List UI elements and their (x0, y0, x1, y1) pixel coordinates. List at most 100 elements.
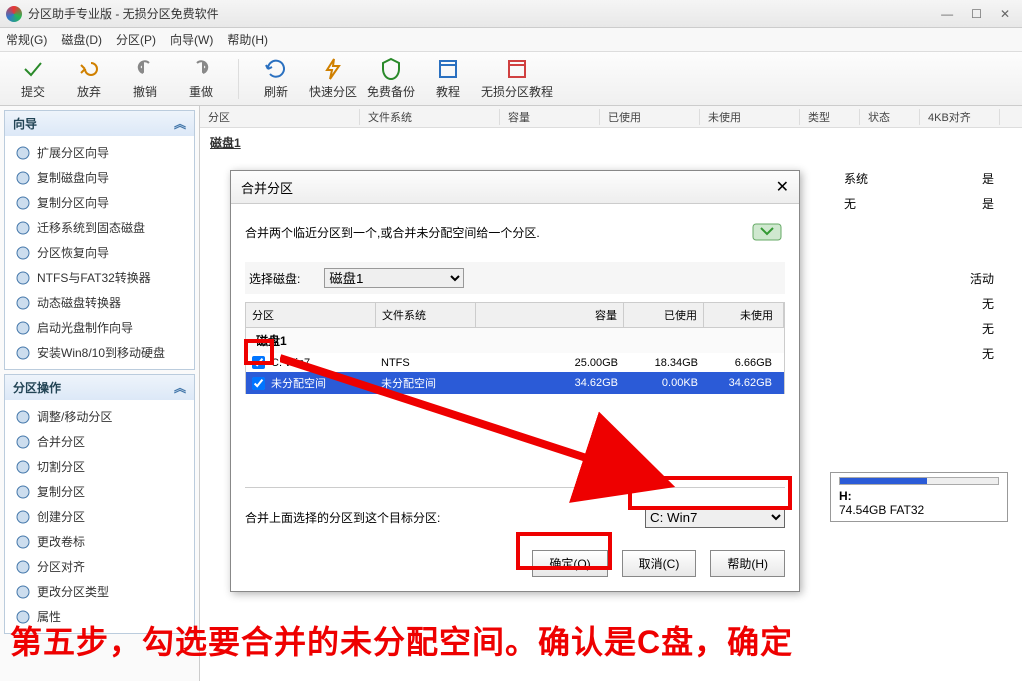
main-header-cell[interactable]: 分区 (200, 109, 360, 125)
nav-item[interactable]: 扩展分区向导 (5, 140, 194, 165)
window-controls: — ☐ ✕ (941, 7, 1016, 21)
info-cell: 无 (982, 345, 994, 362)
toolbar-separator (238, 59, 239, 99)
grid-header: 分区 文件系统 容量 已使用 未使用 (245, 302, 785, 328)
row-checkbox[interactable] (252, 356, 265, 369)
nav-item[interactable]: 安装Win8/10到移动硬盘 (5, 340, 194, 365)
cell-free: 34.62GB (698, 377, 778, 389)
col-partition: 分区 (246, 303, 376, 327)
nav-icon (15, 409, 31, 425)
close-icon[interactable]: ✕ (1000, 7, 1010, 21)
col-fs: 文件系统 (376, 303, 476, 327)
toolbar-label: 快速分区 (309, 83, 357, 100)
nav-label: 动态磁盘转换器 (37, 294, 121, 311)
toolbar-undo[interactable]: 撤销 (122, 57, 168, 100)
dialog-description: 合并两个临近分区到一个,或合并未分配空间给一个分区. (245, 224, 540, 241)
nav-item[interactable]: 创建分区 (5, 504, 194, 529)
nav-item[interactable]: 启动光盘制作向导 (5, 315, 194, 340)
disk-label[interactable]: 磁盘1 (200, 128, 1022, 157)
target-dropdown[interactable]: C: Win7 (645, 506, 785, 528)
ok-button[interactable]: 确定(O) (532, 550, 607, 577)
nav-item[interactable]: 合并分区 (5, 429, 194, 454)
nav-item[interactable]: 迁移系统到固态磁盘 (5, 215, 194, 240)
nav-label: 扩展分区向导 (37, 144, 109, 161)
nav-label: 启动光盘制作向导 (37, 319, 133, 336)
ops-items: 调整/移动分区合并分区切割分区复制分区创建分区更改卷标分区对齐更改分区类型属性 (5, 400, 194, 633)
toolbar-book2[interactable]: 无损分区教程 (481, 57, 553, 100)
undo-all-icon (77, 57, 101, 81)
main-header-cell[interactable]: 容量 (500, 109, 600, 125)
main-header-cell[interactable]: 类型 (800, 109, 860, 125)
nav-label: 迁移系统到固态磁盘 (37, 219, 145, 236)
nav-item[interactable]: NTFS与FAT32转换器 (5, 265, 194, 290)
menu-item[interactable]: 向导(W) (170, 31, 213, 48)
col-cap: 容量 (476, 303, 624, 327)
menu-item[interactable]: 常规(G) (6, 31, 47, 48)
cancel-button[interactable]: 取消(C) (622, 550, 697, 577)
help-button[interactable]: 帮助(H) (710, 550, 785, 577)
partition-row[interactable]: C: Win7NTFS25.00GB18.34GB6.66GB (245, 353, 785, 372)
grid-disk-sub: 磁盘1 (245, 328, 785, 353)
nav-icon (15, 484, 31, 500)
maximize-icon[interactable]: ☐ (971, 7, 982, 21)
ops-panel-header[interactable]: 分区操作 ︽ (5, 375, 194, 400)
select-disk-dropdown[interactable]: 磁盘1 (324, 268, 464, 288)
drive-h-box[interactable]: H: 74.54GB FAT32 (830, 472, 1008, 522)
nav-icon (15, 220, 31, 236)
menu-item[interactable]: 磁盘(D) (61, 31, 102, 48)
toolbar-book[interactable]: 教程 (425, 57, 471, 100)
ops-panel: 分区操作 ︽ 调整/移动分区合并分区切割分区复制分区创建分区更改卷标分区对齐更改… (4, 374, 195, 634)
cell-fs: NTFS (381, 357, 481, 369)
info-cell: 无 (844, 195, 856, 212)
nav-item[interactable]: 动态磁盘转换器 (5, 290, 194, 315)
main-header-cell[interactable]: 4KB对齐 (920, 109, 1000, 125)
drive-desc: 74.54GB FAT32 (839, 503, 999, 517)
nav-item[interactable]: 更改分区类型 (5, 579, 194, 604)
menu-item[interactable]: 帮助(H) (227, 31, 268, 48)
nav-item[interactable]: 切割分区 (5, 454, 194, 479)
nav-icon (15, 434, 31, 450)
main-header-cell[interactable]: 未使用 (700, 109, 800, 125)
nav-icon (15, 345, 31, 361)
minimize-icon[interactable]: — (941, 7, 953, 21)
nav-item[interactable]: 调整/移动分区 (5, 404, 194, 429)
undo-icon (133, 57, 157, 81)
nav-item[interactable]: 复制分区 (5, 479, 194, 504)
main-header-cell[interactable]: 文件系统 (360, 109, 500, 125)
nav-item[interactable]: 复制分区向导 (5, 190, 194, 215)
target-label: 合并上面选择的分区到这个目标分区: (245, 509, 633, 526)
cell-used: 0.00KB (618, 377, 698, 389)
toolbar-label: 撤销 (133, 83, 157, 100)
nav-item[interactable]: 分区对齐 (5, 554, 194, 579)
wizard-panel-header[interactable]: 向导 ︽ (5, 111, 194, 136)
menu-item[interactable]: 分区(P) (116, 31, 156, 48)
toolbar-label: 免费备份 (367, 83, 415, 100)
dialog-titlebar: 合并分区 ✕ (231, 171, 799, 204)
toolbar-redo[interactable]: 重做 (178, 57, 224, 100)
nav-item[interactable]: 更改卷标 (5, 529, 194, 554)
nav-label: 分区恢复向导 (37, 244, 109, 261)
toolbar-check[interactable]: 提交 (10, 57, 56, 100)
toolbar-label: 教程 (436, 83, 460, 100)
nav-label: 切割分区 (37, 458, 85, 475)
nav-icon (15, 270, 31, 286)
dialog-close-icon[interactable]: ✕ (776, 177, 789, 197)
nav-icon (15, 195, 31, 211)
nav-item[interactable]: 复制磁盘向导 (5, 165, 194, 190)
main-header-cell[interactable]: 已使用 (600, 109, 700, 125)
toolbar-label: 重做 (189, 83, 213, 100)
row-checkbox[interactable] (252, 377, 265, 390)
main-header-cell[interactable]: 状态 (860, 109, 920, 125)
col-used: 已使用 (624, 303, 704, 327)
toolbar-refresh[interactable]: 刷新 (253, 57, 299, 100)
nav-item[interactable]: 分区恢复向导 (5, 240, 194, 265)
cell-free: 6.66GB (698, 357, 778, 369)
toolbar-undo-all[interactable]: 放弃 (66, 57, 112, 100)
toolbar-bolt[interactable]: 快速分区 (309, 57, 357, 100)
collapse-icon[interactable]: ︽ (174, 115, 186, 132)
drive-usage-bar (839, 477, 999, 485)
partition-row[interactable]: 未分配空间未分配空间34.62GB0.00KB34.62GB (245, 372, 785, 394)
collapse-icon[interactable]: ︽ (174, 379, 186, 396)
toolbar-shield[interactable]: 免费备份 (367, 57, 415, 100)
nav-label: 创建分区 (37, 508, 85, 525)
